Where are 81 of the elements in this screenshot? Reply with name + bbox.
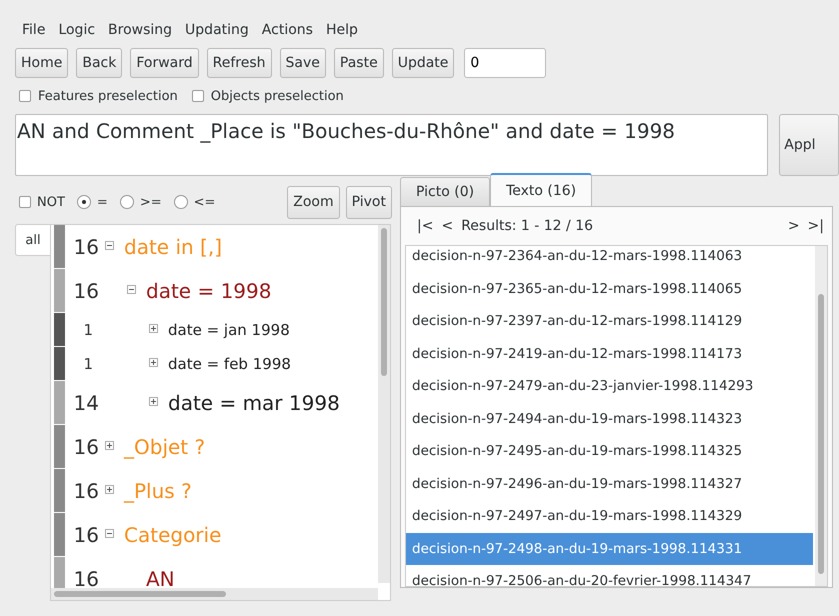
result-item[interactable]: decision-n-97-2494-an-du-19-mars-1998.114323 xyxy=(406,402,813,435)
result-item[interactable]: decision-n-97-2495-an-du-19-mars-1998.114325 xyxy=(406,435,813,468)
menu-item[interactable]: Updating xyxy=(185,22,249,38)
menu-item[interactable]: File xyxy=(22,22,46,38)
menu-item[interactable]: Logic xyxy=(58,22,96,38)
count-bar xyxy=(54,313,65,346)
expand-icon[interactable] xyxy=(105,441,116,452)
side-tab[interactable]: all xyxy=(15,224,50,256)
expand-icon[interactable] xyxy=(149,358,160,369)
expand-icon[interactable] xyxy=(149,324,160,335)
count-bar xyxy=(54,225,65,268)
count-bar xyxy=(54,469,65,512)
count-bar xyxy=(54,513,65,556)
expand-icon[interactable] xyxy=(149,397,160,408)
count-label: 16 xyxy=(72,434,99,458)
result-item[interactable]: decision-n-97-2364-an-du-12-mars-1998.114063 xyxy=(406,246,813,272)
count-bar xyxy=(54,269,65,312)
tree-item[interactable]: date = mar 1998 xyxy=(168,390,340,414)
toolbar-button[interactable]: Update xyxy=(392,48,454,78)
query-field[interactable]: AN and Comment _Place is "Bouches-du-Rhône" and date = 1998 xyxy=(15,114,768,176)
result-item[interactable]: decision-n-97-2365-an-du-12-mars-1998.114065 xyxy=(406,272,813,305)
result-item[interactable]: decision-n-97-2419-an-du-12-mars-1998.114173 xyxy=(406,338,813,370)
tree-item[interactable]: date = 1998 xyxy=(146,278,272,302)
radio-label: <= xyxy=(194,194,216,210)
count-bar xyxy=(54,381,65,424)
radio-label: >= xyxy=(140,194,162,210)
scrollbar-thumb[interactable] xyxy=(818,294,824,574)
expand-icon[interactable] xyxy=(105,485,116,496)
results-summary: Results: 1 - 12 / 16 xyxy=(461,218,594,234)
count-label: 16 xyxy=(72,566,99,590)
menu-item[interactable]: Actions xyxy=(262,22,313,38)
toolbar-button[interactable]: Home xyxy=(15,48,68,78)
count-label: 1 xyxy=(82,354,94,372)
previous-page-link[interactable]: < xyxy=(441,218,454,234)
collapse-icon[interactable] xyxy=(105,529,116,540)
tab[interactable]: Texto (16) xyxy=(490,173,592,206)
tree-item[interactable]: date = jan 1998 xyxy=(168,320,290,338)
count-label: 1 xyxy=(82,320,94,338)
toolbar-button[interactable]: Refresh xyxy=(206,48,272,78)
tree-item[interactable]: date = feb 1998 xyxy=(168,354,291,372)
count-label: 16 xyxy=(72,234,99,258)
count-label: 16 xyxy=(72,278,99,302)
result-item[interactable]: decision-n-97-2479-an-du-23-janvier-1998.114293 xyxy=(406,370,813,402)
checkbox[interactable] xyxy=(19,90,31,102)
radio-button[interactable] xyxy=(76,195,91,209)
count-bar xyxy=(54,425,65,468)
result-item[interactable]: decision-n-97-2506-an-du-20-fevrier-1998.114347 xyxy=(406,565,813,586)
tab[interactable]: Picto (0) xyxy=(400,177,490,206)
toolbar-button[interactable]: Save xyxy=(280,48,326,78)
checkbox-label: Objects preselection xyxy=(210,88,344,104)
apply-button[interactable]: Appl xyxy=(779,114,839,176)
radio-button[interactable] xyxy=(120,195,134,209)
last-page-link[interactable]: >| xyxy=(808,218,824,234)
menu-item[interactable]: Browsing xyxy=(108,22,172,38)
toolbar-button[interactable]: Back xyxy=(76,48,122,78)
scrollbar-thumb[interactable] xyxy=(381,228,387,376)
collapse-icon[interactable] xyxy=(127,285,138,296)
toolbar-button[interactable]: Paste xyxy=(334,48,384,78)
toolbar-button[interactable]: Forward xyxy=(130,48,199,78)
result-item[interactable]: decision-n-97-2496-an-du-19-mars-1998.114327 xyxy=(406,468,813,500)
checkbox[interactable] xyxy=(192,90,204,102)
count-bar xyxy=(54,347,65,380)
count-label: 14 xyxy=(72,390,99,414)
menu-item[interactable]: Help xyxy=(326,22,358,38)
count-label: 16 xyxy=(72,478,99,502)
toolbar-button[interactable]: Pivot xyxy=(346,186,392,218)
checkbox[interactable] xyxy=(19,196,31,208)
collapse-icon[interactable] xyxy=(105,241,116,252)
radio-button[interactable] xyxy=(174,195,188,209)
number-field[interactable]: 0 xyxy=(464,48,546,78)
first-page-link[interactable]: |< xyxy=(417,218,434,234)
checkbox-label: NOT xyxy=(37,194,65,210)
toolbar-button[interactable]: Zoom xyxy=(287,186,340,218)
count-label: 16 xyxy=(72,522,99,546)
result-item[interactable]: decision-n-97-2397-an-du-12-mars-1998.114129 xyxy=(406,305,813,338)
result-item[interactable]: decision-n-97-2497-an-du-19-mars-1998.114329 xyxy=(406,500,813,532)
scrollbar-thumb[interactable] xyxy=(54,591,226,597)
next-page-link[interactable]: > xyxy=(788,218,800,234)
radio-label: = xyxy=(96,194,108,210)
checkbox-label: Features preselection xyxy=(38,88,178,104)
tree-item[interactable]: AN xyxy=(146,566,175,590)
